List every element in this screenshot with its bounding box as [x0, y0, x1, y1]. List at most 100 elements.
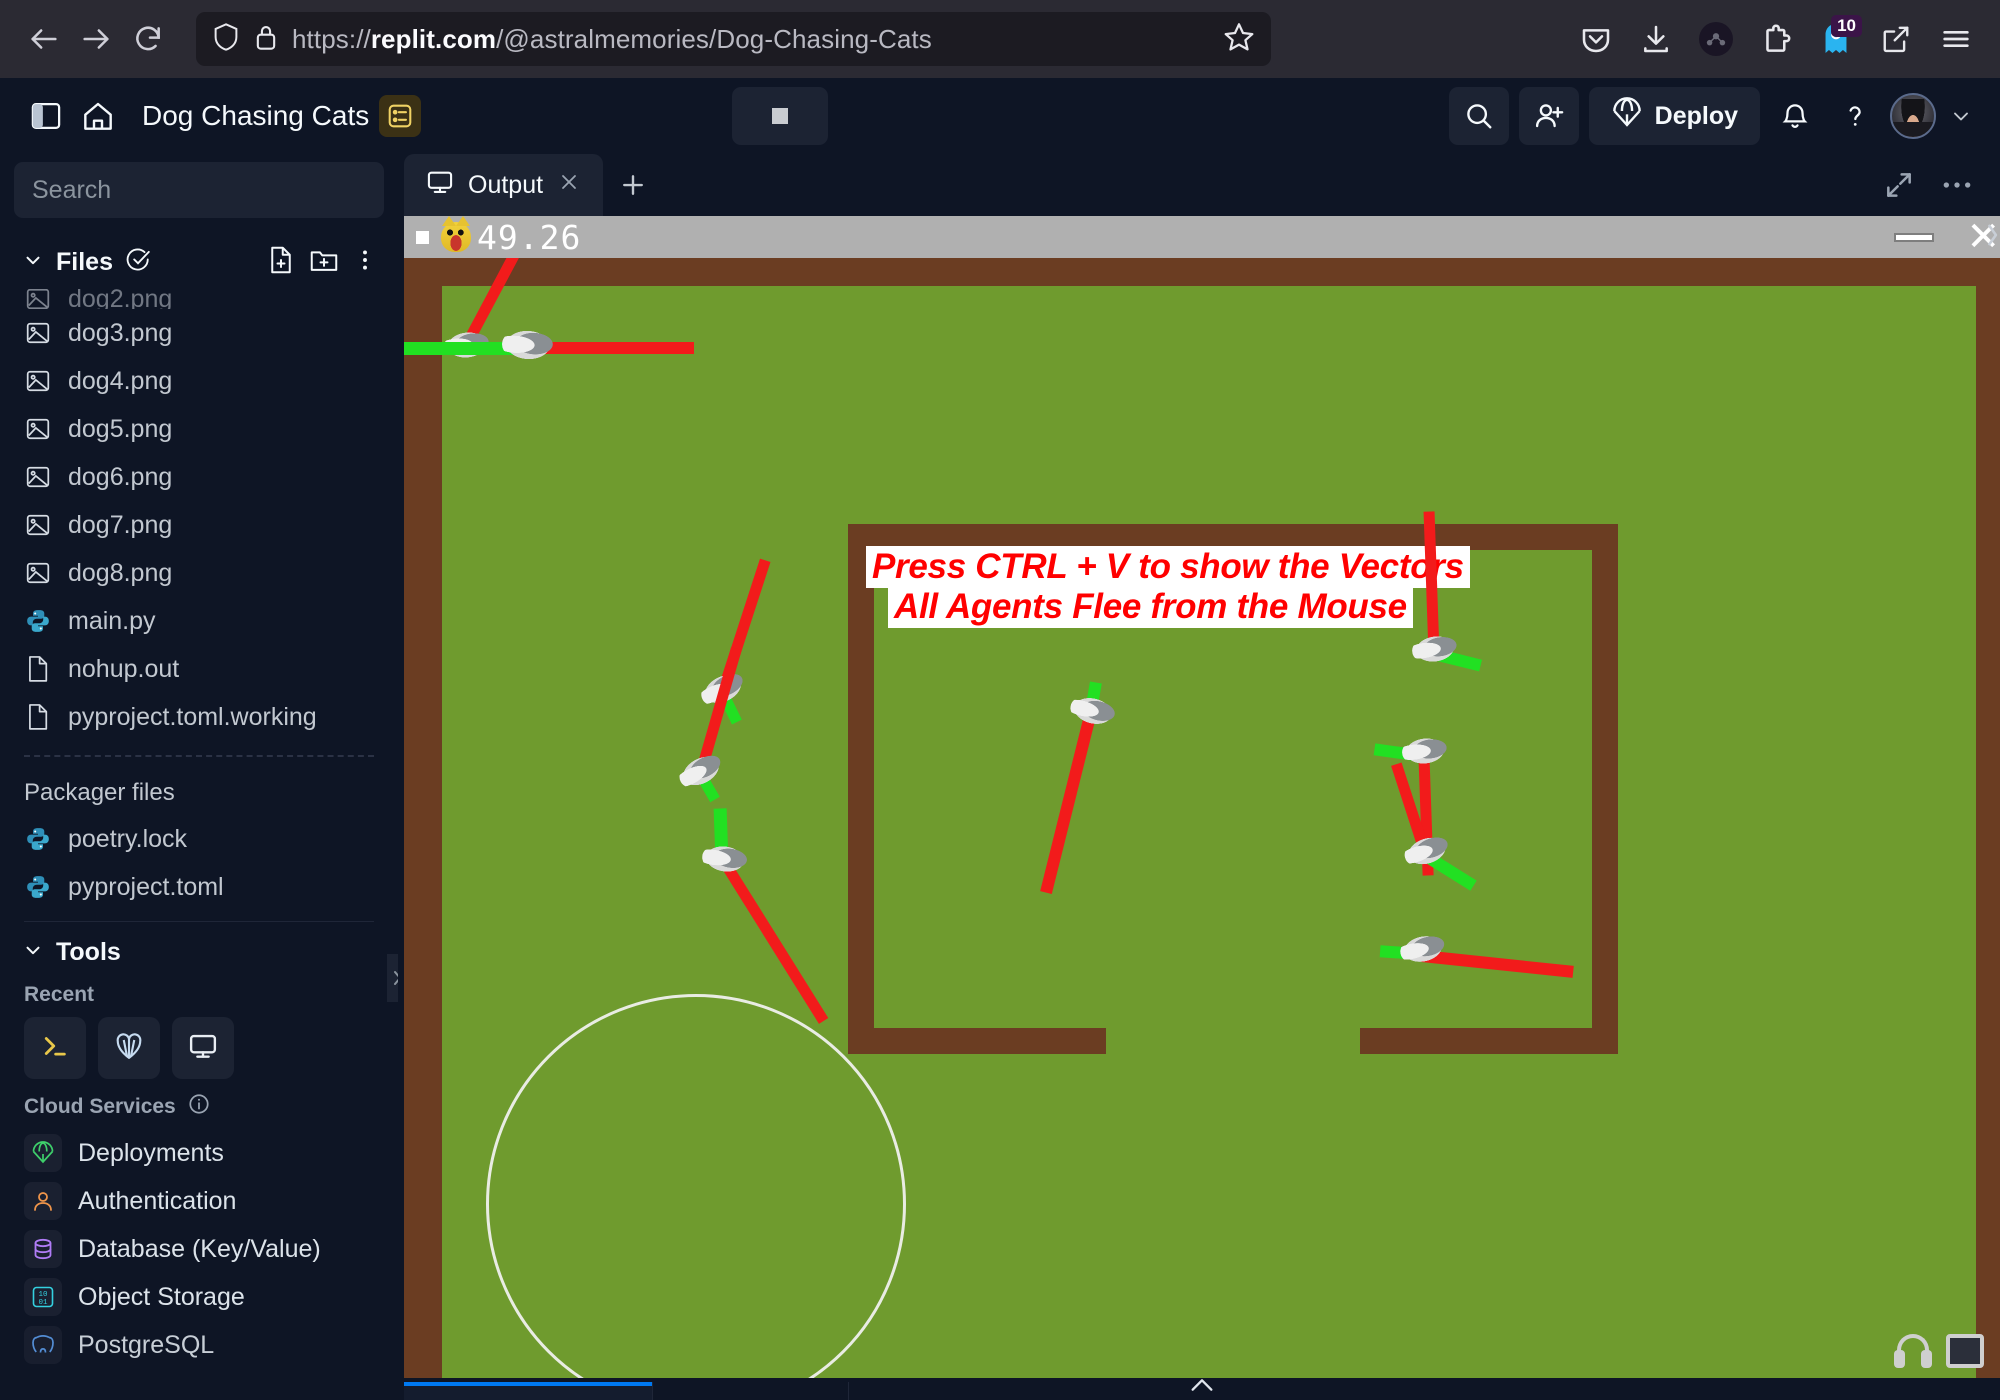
sidebar-tool-nix[interactable] [98, 1017, 160, 1079]
tab-output[interactable]: Output [404, 154, 604, 216]
sidebar-panel-icon[interactable] [24, 94, 68, 138]
file-row[interactable]: dog7.png [14, 501, 384, 549]
sidebar-tool-shell[interactable] [24, 1017, 86, 1079]
tools-section-header[interactable]: Tools [14, 932, 384, 973]
three-dots-horizontal-icon[interactable] [1932, 160, 1982, 210]
headphones-icon[interactable] [1894, 1334, 1932, 1368]
file-row[interactable]: dog2.png [14, 289, 384, 309]
monitor-icon [426, 168, 454, 203]
padlock-icon[interactable] [254, 23, 278, 56]
file-row[interactable]: dog5.png [14, 405, 384, 453]
search-icon[interactable] [1448, 87, 1509, 145]
window-controls: ✕ [1894, 217, 2000, 257]
notification-badge: 10 [1831, 15, 1862, 38]
forward-arrow-icon[interactable] [70, 13, 122, 65]
image-file-icon [24, 559, 52, 587]
file-row[interactable]: poetry.lock [14, 815, 384, 863]
wall-left [404, 258, 442, 1378]
minimize-icon[interactable] [1894, 232, 1935, 242]
main-pane: Output 49.26 ✕ Press CTRL + V to show th… [398, 154, 2000, 1400]
file-name: dog8.png [68, 558, 173, 587]
sidebar-item-object-storage[interactable]: 10 01 Object Storage [14, 1273, 384, 1321]
url-text[interactable]: https://replit.com/@astralmemories/Dog-C… [292, 24, 1209, 55]
text-file-icon [24, 655, 52, 683]
file-name: nohup.out [68, 654, 180, 683]
file-row[interactable]: pyproject.toml [14, 863, 384, 911]
chevron-down-icon[interactable] [22, 939, 44, 966]
browser-toolbar: https://replit.com/@astralmemories/Dog-C… [0, 0, 2000, 78]
bottom-tab[interactable] [652, 1382, 848, 1400]
image-file-icon [24, 415, 52, 443]
open-external-icon[interactable] [1870, 13, 1922, 65]
bell-icon[interactable] [1770, 91, 1820, 141]
sidebar-item-database[interactable]: Database (Key/Value) [14, 1225, 384, 1273]
file-row[interactable]: dog4.png [14, 357, 384, 405]
extension-avatar-icon[interactable] [1690, 13, 1742, 65]
chevron-down-icon[interactable] [22, 249, 44, 276]
sidebar-item-deployments[interactable]: Deployments [14, 1129, 384, 1177]
file-name: dog7.png [68, 510, 173, 539]
tools-label: Tools [56, 938, 121, 966]
file-row[interactable]: nohup.out [14, 645, 384, 693]
run-stop-button[interactable] [731, 87, 828, 145]
expand-diagonal-icon[interactable] [1874, 160, 1924, 210]
three-dots-vertical-icon[interactable] [354, 247, 376, 278]
sidebar-item-label: Object Storage [78, 1282, 245, 1311]
file-row[interactable]: pyproject.toml.working [14, 693, 384, 741]
puzzle-extension-icon[interactable] [1750, 13, 1802, 65]
back-arrow-icon[interactable] [18, 13, 70, 65]
file-name: poetry.lock [68, 824, 188, 853]
bottom-tab-active[interactable] [404, 1382, 652, 1400]
files-section-header[interactable]: Files [14, 240, 384, 285]
header-actions: Deploy [1448, 87, 1976, 145]
database-list-icon[interactable] [379, 95, 422, 137]
plus-icon[interactable] [603, 154, 663, 216]
sidebar-item-authentication[interactable]: Authentication [14, 1177, 384, 1225]
deploy-button[interactable]: Deploy [1588, 87, 1760, 145]
sidebar-tool-output[interactable] [172, 1017, 234, 1079]
file-name: dog5.png [68, 414, 173, 443]
shield-icon[interactable] [212, 22, 240, 57]
user-avatar[interactable] [1890, 93, 1936, 139]
screen-icon[interactable] [1946, 1334, 1984, 1368]
file-name: dog3.png [68, 318, 173, 347]
sidebar-item-label: Database (Key/Value) [78, 1234, 321, 1263]
sidebar-resize-handle[interactable] [387, 954, 398, 1002]
new-file-icon[interactable] [268, 246, 294, 279]
check-circle-icon [125, 247, 151, 278]
chevron-right-icon[interactable] [1984, 216, 2000, 1378]
star-icon[interactable] [1223, 21, 1255, 58]
download-icon[interactable] [1630, 13, 1682, 65]
parachute-icon [1611, 96, 1643, 136]
search-input[interactable]: Search [14, 162, 384, 218]
ghost-icon[interactable]: 10 [1810, 13, 1862, 65]
reload-icon[interactable] [122, 13, 174, 65]
image-file-icon [24, 511, 52, 539]
packager-files-label: Packager files [24, 779, 175, 806]
address-bar[interactable]: https://replit.com/@astralmemories/Dog-C… [196, 12, 1271, 66]
workspace-body: Search Files dog2.png dog3.png dog4.png … [0, 154, 2000, 1400]
inner-wall-right [1592, 524, 1618, 1054]
pocket-icon[interactable] [1570, 13, 1622, 65]
file-row[interactable]: dog6.png [14, 453, 384, 501]
bottom-tab[interactable] [848, 1382, 1108, 1400]
python-file-icon [24, 607, 52, 635]
sidebar-item-postgresql[interactable]: PostgreSQL [14, 1321, 384, 1369]
add-person-icon[interactable] [1518, 87, 1579, 145]
chevron-up-icon[interactable] [1188, 1374, 1216, 1400]
question-mark-icon[interactable] [1830, 91, 1880, 141]
file-row[interactable]: dog3.png [14, 309, 384, 357]
info-circle-icon[interactable] [188, 1093, 210, 1121]
sidebar-item-label: Deployments [78, 1138, 224, 1167]
file-row[interactable]: dog8.png [14, 549, 384, 597]
close-x-icon[interactable] [557, 170, 581, 201]
sidebar-item-label: PostgreSQL [78, 1330, 215, 1359]
new-folder-icon[interactable] [310, 247, 338, 278]
chevron-down-icon[interactable] [1946, 91, 1976, 141]
home-icon[interactable] [76, 94, 120, 138]
svg-text:01: 01 [38, 1299, 48, 1307]
agent-sprite [501, 326, 555, 364]
file-row[interactable]: main.py [14, 597, 384, 645]
game-field[interactable]: Press CTRL + V to show the Vectors All A… [404, 258, 2000, 1378]
hamburger-menu-icon[interactable] [1930, 13, 1982, 65]
